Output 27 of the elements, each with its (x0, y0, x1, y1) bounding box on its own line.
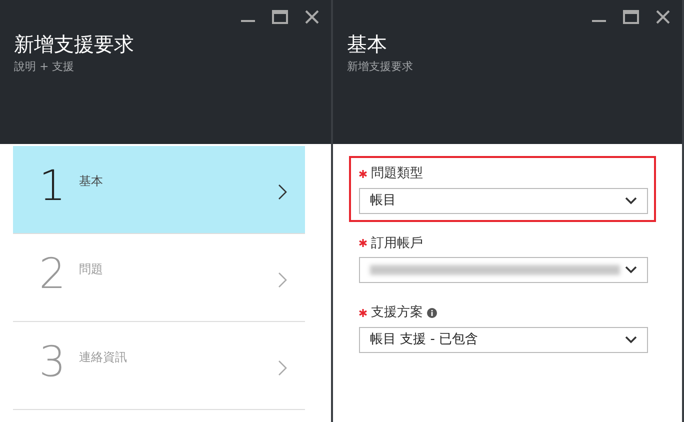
chevron-right-icon (278, 272, 287, 288)
blade-subtitle: 新增支援要求 (347, 59, 414, 75)
step-number: 2 (39, 252, 67, 296)
step-number: 1 (39, 164, 67, 208)
field-label: 訂用帳戶 (371, 234, 423, 252)
step-number: 3 (39, 340, 67, 384)
maximize-icon[interactable] (622, 8, 640, 26)
dropdown[interactable]: 帳目 (359, 188, 648, 214)
chevron-down-icon (625, 336, 637, 344)
step-item[interactable]: 1 基本 (13, 146, 305, 234)
chevron-right-icon (278, 184, 287, 200)
field-label: 支援方案 (371, 304, 423, 322)
info-icon[interactable] (427, 308, 437, 318)
blade-subtitle: 說明 + 支援 (14, 59, 76, 75)
step-label: 連絡資訊 (79, 349, 128, 366)
chevron-right-icon (278, 360, 287, 376)
chevron-down-icon (625, 196, 637, 204)
close-icon[interactable] (303, 8, 321, 26)
step-label: 問題 (79, 261, 104, 278)
blade-title: 基本 (347, 32, 388, 56)
blade-title: 新增支援要求 (14, 32, 135, 56)
dropdown[interactable]: 帳目 支援 - 已包含 (359, 326, 648, 352)
step-label: 基本 (79, 173, 104, 190)
chevron-down-icon (625, 266, 637, 274)
field-label: 問題類型 (371, 165, 423, 183)
close-icon[interactable] (654, 8, 672, 26)
maximize-icon[interactable] (271, 8, 289, 26)
